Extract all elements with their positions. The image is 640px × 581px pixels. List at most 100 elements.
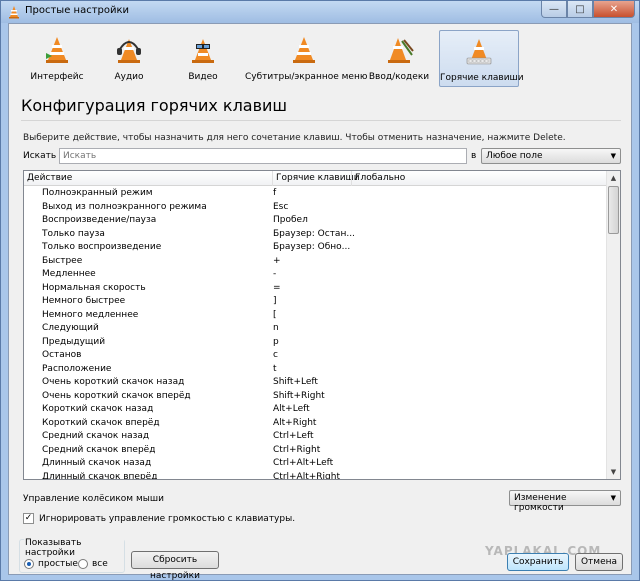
table-row[interactable]: Средний скачок назад Ctrl+Left <box>24 430 608 444</box>
table-header: Действие Горячие клавиши Глобально <box>24 171 608 186</box>
action-cell: Немного медленнее <box>42 309 139 320</box>
vlc-cone-video-icon <box>192 39 214 63</box>
table-row[interactable]: Только пауза Браузер: Остан... <box>24 228 608 242</box>
table-row[interactable]: Очень короткий скачок назад Shift+Left <box>24 376 608 390</box>
category-interface[interactable]: Интерфейс <box>25 30 89 87</box>
minimize-button[interactable]: — <box>541 1 567 18</box>
search-in-label: в <box>471 151 477 161</box>
hotkey-cell: Ctrl+Alt+Left <box>273 458 334 468</box>
action-cell: Только воспроизведение <box>42 242 162 252</box>
vlc-cone-codecs-icon <box>388 38 414 63</box>
vertical-scrollbar[interactable]: ▲ ▼ <box>606 171 620 479</box>
hotkey-cell: Пробел <box>273 215 308 225</box>
column-divider <box>272 171 273 186</box>
radio-simple[interactable] <box>24 559 34 569</box>
table-row[interactable]: Короткий скачок вперёд Alt+Right <box>24 417 608 431</box>
search-label: Искать <box>23 151 57 161</box>
hotkey-cell: Alt+Right <box>273 417 317 428</box>
category-audio[interactable]: Аудио <box>101 30 157 87</box>
action-cell: Немного быстрее <box>42 296 126 306</box>
table-row[interactable]: Медленнее - <box>24 268 608 282</box>
hotkey-cell: Ctrl+Left <box>273 431 314 441</box>
cancel-button[interactable]: Отмена <box>575 553 623 571</box>
table-row[interactable]: Только воспроизведение Браузер: Обно... <box>24 241 608 255</box>
table-row[interactable]: Следующий n <box>24 322 608 336</box>
action-cell: Нормальная скорость <box>42 282 146 293</box>
scroll-up-arrow-icon[interactable]: ▲ <box>607 171 620 185</box>
table-row[interactable]: Останов c <box>24 349 608 363</box>
column-header-action[interactable]: Действие <box>27 173 72 183</box>
close-button[interactable]: ✕ <box>593 1 635 18</box>
action-cell: Расположение <box>42 363 112 374</box>
show-settings-legend: Показывать настройки <box>24 538 124 558</box>
category-input-codecs[interactable]: Ввод/кодеки <box>367 30 431 87</box>
table-row[interactable]: Средний скачок вперёд Ctrl+Right <box>24 444 608 458</box>
category-bar: Интерфейс Аудио Видео Субтитры/экранное … <box>15 30 625 88</box>
category-video[interactable]: Видео <box>175 30 231 87</box>
category-hotkeys[interactable]: Горячие клавиши <box>439 30 524 87</box>
scroll-thumb[interactable] <box>608 186 619 234</box>
ignore-volume-label: Игнорировать управление громкостью с кла… <box>39 514 296 524</box>
hotkey-cell: = <box>273 282 281 293</box>
maximize-button[interactable]: □ <box>567 1 593 18</box>
radio-simple-label[interactable]: простые <box>38 559 78 569</box>
category-subtitles[interactable]: Субтитры/экранное меню <box>245 30 367 87</box>
window-title: Простые настройки <box>25 5 130 16</box>
table-row[interactable]: Немного быстрее] <box>24 295 608 309</box>
ignore-volume-checkbox[interactable]: ✓ <box>23 513 34 524</box>
column-divider <box>351 171 352 186</box>
search-input[interactable] <box>59 148 467 164</box>
table-row[interactable]: Воспроизведение/пауза Пробел <box>24 214 608 228</box>
hotkey-cell: - <box>273 269 277 279</box>
action-cell: Короткий скачок вперёд <box>42 417 160 428</box>
table-row[interactable]: Выход из полноэкранного режима Esc <box>24 201 608 215</box>
hotkey-cell: Alt+Left <box>273 404 310 414</box>
divider <box>21 120 621 121</box>
table-row[interactable]: Немного медленнее [ <box>24 309 608 323</box>
show-settings-group: Показывать настройки простые все <box>19 538 125 573</box>
action-cell: Полноэкранный режим <box>42 188 153 198</box>
action-cell: Только пауза <box>42 228 105 239</box>
table-row[interactable]: Полноэкранный режим f <box>24 187 608 201</box>
scroll-down-arrow-icon[interactable]: ▼ <box>607 465 620 479</box>
hotkey-cell: Ctrl+Alt+Right <box>273 471 340 480</box>
reset-settings-button[interactable]: Сбросить настройки <box>131 551 219 581</box>
column-header-hotkey[interactable]: Горячие клавиши <box>276 173 360 183</box>
action-cell: Следующий <box>42 323 99 333</box>
chevron-down-icon: ▼ <box>610 152 616 160</box>
title-bar[interactable]: Простые настройки — □ ✕ <box>1 1 639 23</box>
table-row[interactable]: Предыдущий p <box>24 336 608 350</box>
hotkey-cell: f <box>273 188 277 198</box>
search-field-select[interactable]: Любое поле ▼ <box>481 148 621 164</box>
hotkeys-table[interactable]: Действие Горячие клавиши Глобально Полно… <box>23 170 621 480</box>
table-row[interactable]: Нормальная скорость = <box>24 282 608 296</box>
hotkey-cell: n <box>273 323 279 333</box>
table-row[interactable]: Длинный скачок вперёд Ctrl+Alt+Right <box>24 471 608 480</box>
action-cell: Очень короткий скачок вперёд <box>42 390 191 401</box>
hotkey-cell: t <box>273 363 277 374</box>
hotkey-cell: [ <box>273 309 277 320</box>
radio-all[interactable] <box>78 559 88 569</box>
hotkey-cell: Shift+Right <box>273 390 325 401</box>
action-cell: Быстрее <box>42 255 83 266</box>
vlc-cone-icon <box>9 6 19 19</box>
action-cell: Предыдущий <box>42 336 106 347</box>
vlc-cone-hotkeys-icon <box>466 39 492 65</box>
table-row[interactable]: Расположение t <box>24 363 608 377</box>
mouse-wheel-select[interactable]: Изменение громкости ▼ <box>509 490 621 513</box>
vlc-cone-interface-icon <box>46 37 68 63</box>
table-row[interactable]: Короткий скачок назад Alt+Left <box>24 403 608 417</box>
action-cell: Средний скачок назад <box>42 431 150 441</box>
hotkey-cell: Ctrl+Right <box>273 444 321 455</box>
table-row[interactable]: Длинный скачок назад Ctrl+Alt+Left <box>24 457 608 471</box>
save-button[interactable]: Сохранить <box>507 553 569 571</box>
instruction-text: Выберите действие, чтобы назначить для н… <box>23 133 566 143</box>
table-row[interactable]: Очень короткий скачок вперёд Shift+Right <box>24 390 608 404</box>
column-header-global[interactable]: Глобально <box>355 173 405 183</box>
radio-all-label[interactable]: все <box>92 559 108 569</box>
hotkey-cell: + <box>273 255 281 266</box>
action-cell: Медленнее <box>42 269 96 279</box>
action-cell: Останов <box>42 350 82 360</box>
hotkey-cell: p <box>273 336 279 347</box>
table-row[interactable]: Быстрее + <box>24 255 608 269</box>
